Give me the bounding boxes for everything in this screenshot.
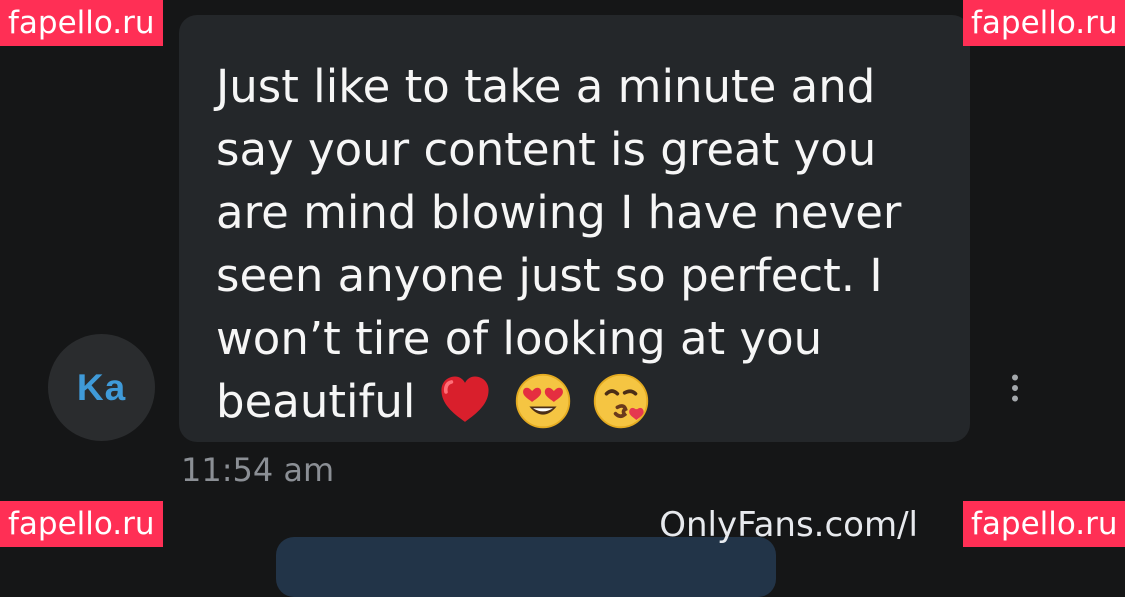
fapello-watermark-bottom-left: fapello.ru [0, 501, 163, 547]
kissing-face-emoji [592, 372, 650, 430]
message-bubble[interactable]: Just like to take a minute and say your … [179, 15, 970, 442]
more-options-button[interactable] [999, 362, 1031, 414]
heart-eyes-emoji [514, 372, 572, 430]
fapello-watermark-top-right: fapello.ru [963, 0, 1125, 46]
avatar-initials: Ka [76, 366, 127, 408]
red-heart-emoji [436, 372, 494, 430]
fapello-watermark-top-left: fapello.ru [0, 0, 163, 46]
message-text-container: Just like to take a minute and say your … [216, 55, 946, 434]
chat-thread: Ka Just like to take a minute and say yo… [0, 0, 1125, 597]
vertical-ellipsis-icon [1012, 374, 1018, 402]
fapello-watermark-bottom-right: fapello.ru [963, 501, 1125, 547]
avatar[interactable]: Ka [48, 334, 155, 441]
next-message-bubble[interactable] [276, 537, 776, 597]
message-timestamp: 11:54 am [181, 451, 335, 489]
onlyfans-watermark: OnlyFans.com/l [659, 505, 918, 545]
